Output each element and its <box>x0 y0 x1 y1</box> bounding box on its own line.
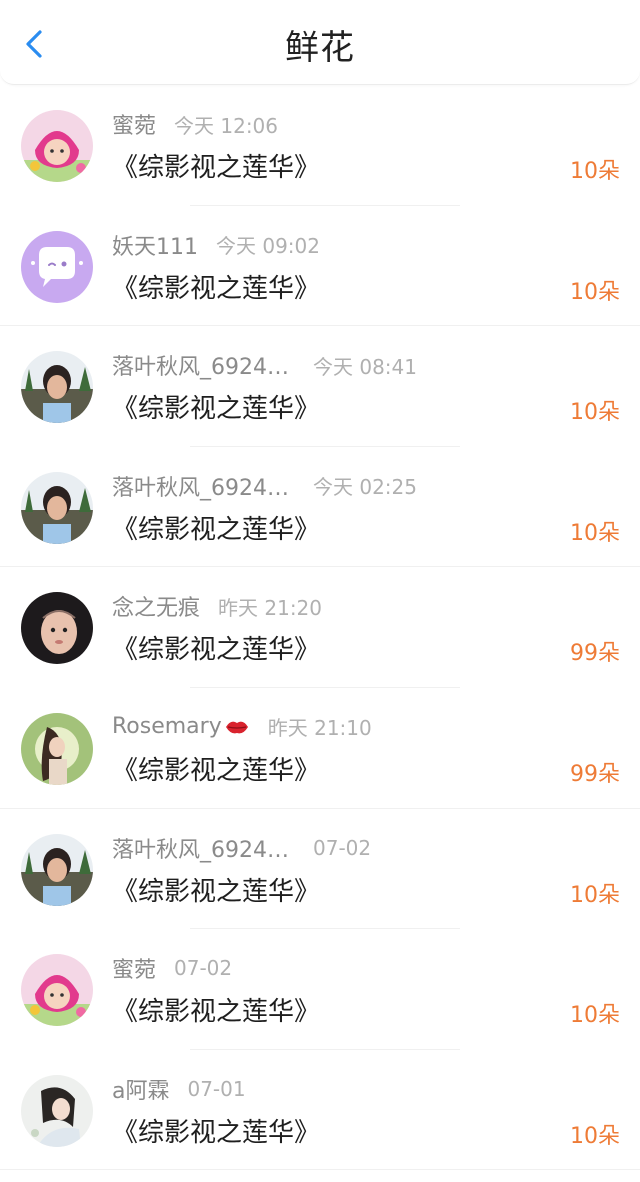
list-item[interactable]: 念之无痕 昨天 21:20 《综影视之莲华》 99朵 <box>0 567 640 688</box>
avatar[interactable] <box>21 230 93 303</box>
list-item[interactable]: 蜜菀 今天 12:06 《综影视之莲华》 10朵 <box>0 85 640 206</box>
list-item[interactable]: 妖天111 今天 09:02 《综影视之莲华》 10朵 <box>0 206 640 327</box>
timestamp: 昨天 21:20 <box>218 595 323 620</box>
avatar[interactable] <box>21 592 93 665</box>
book-title: 《综影视之莲华》 <box>112 514 321 545</box>
flowers-screen: 鲜花 蜜菀 今天 12:06 《综影视之莲华》 10朵 妖天111 今天 09:… <box>0 0 640 1182</box>
avatar[interactable] <box>21 712 93 785</box>
book-title: 《综影视之莲华》 <box>112 635 321 666</box>
flower-count: 10朵 <box>570 279 620 305</box>
avatar[interactable] <box>21 833 93 906</box>
timestamp: 昨天 21:10 <box>267 716 372 741</box>
timestamp: 07-02 <box>174 956 233 981</box>
sender-name: 妖天111 <box>112 234 198 260</box>
divider <box>0 1169 640 1171</box>
sender-name: 蜜菀 <box>112 958 157 984</box>
book-title: 《综影视之莲华》 <box>112 997 321 1028</box>
lips-emoji-icon <box>225 721 248 734</box>
list-item[interactable]: 落叶秋风_6924… 今天 02:25 《综影视之莲华》 10朵 <box>0 447 640 568</box>
page-title: 鲜花 <box>285 28 355 68</box>
flower-count: 10朵 <box>570 1003 620 1029</box>
sender-name: 落叶秋风_6924… <box>112 475 289 501</box>
sender-name: 落叶秋风_6924… <box>112 355 289 381</box>
book-title: 《综影视之莲华》 <box>112 153 321 183</box>
flower-count: 10朵 <box>570 520 620 546</box>
book-title: 《综影视之莲华》 <box>112 876 321 907</box>
flower-gift-list: 蜜菀 今天 12:06 《综影视之莲华》 10朵 妖天111 今天 09:02 … <box>0 85 640 1171</box>
list-item[interactable]: 落叶秋风_6924… 今天 08:41 《综影视之莲华》 10朵 <box>0 326 640 447</box>
book-title: 《综影视之莲华》 <box>112 273 321 304</box>
avatar[interactable] <box>21 351 93 424</box>
book-title: 《综影视之莲华》 <box>112 394 321 425</box>
list-item[interactable]: 落叶秋风_6924… 07-02 《综影视之莲华》 10朵 <box>0 809 640 930</box>
flower-count: 10朵 <box>570 882 620 908</box>
sender-name: a阿霖 <box>112 1078 170 1104</box>
sender-name: Rosemary <box>112 714 222 740</box>
timestamp: 07-01 <box>187 1076 246 1101</box>
timestamp: 今天 09:02 <box>216 234 320 259</box>
sender-name: 落叶秋风_6924… <box>112 837 289 863</box>
avatar[interactable] <box>21 954 93 1027</box>
list-item[interactable]: 蜜菀 07-02 《综影视之莲华》 10朵 <box>0 929 640 1050</box>
avatar[interactable] <box>21 471 93 544</box>
timestamp: 今天 12:06 <box>174 113 279 138</box>
timestamp: 今天 08:41 <box>313 354 417 379</box>
book-title: 《综影视之莲华》 <box>112 755 321 786</box>
top-bar: 鲜花 <box>0 0 640 85</box>
flower-count: 10朵 <box>570 1123 620 1149</box>
avatar[interactable] <box>21 110 93 182</box>
timestamp: 今天 02:25 <box>313 475 417 500</box>
sender-name: 蜜菀 <box>112 114 157 139</box>
flower-count: 10朵 <box>570 159 620 184</box>
book-title: 《综影视之莲华》 <box>112 1117 321 1148</box>
flower-count: 99朵 <box>570 641 620 667</box>
sender-name: 念之无痕 <box>112 596 201 622</box>
list-item[interactable]: a阿霖 07-01 《综影视之莲华》 10朵 <box>0 1050 640 1171</box>
avatar[interactable] <box>21 1074 93 1147</box>
flower-count: 99朵 <box>570 761 620 787</box>
timestamp: 07-02 <box>313 835 372 860</box>
flower-count: 10朵 <box>570 400 620 426</box>
list-item[interactable]: Rosemary 昨天 21:10 《综影视之莲华》 99朵 <box>0 688 640 809</box>
